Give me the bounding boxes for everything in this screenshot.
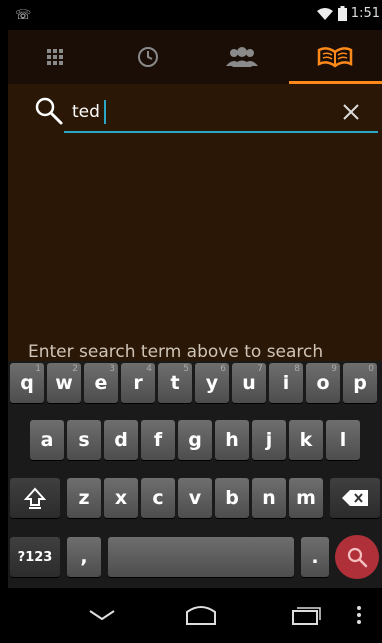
key-g[interactable]: g — [178, 420, 212, 460]
space-key[interactable] — [108, 537, 294, 577]
key-y[interactable]: y6 — [195, 363, 229, 403]
key-w[interactable]: w2 — [47, 363, 81, 403]
key-x[interactable]: x — [104, 478, 138, 518]
home-icon — [186, 606, 216, 625]
search-go-button[interactable] — [335, 535, 379, 579]
key-e[interactable]: e3 — [84, 363, 118, 403]
overflow-menu-icon — [357, 606, 361, 624]
symbols-key[interactable]: ?123 — [10, 537, 60, 577]
navigation-bar — [8, 588, 382, 643]
search-icon — [347, 547, 368, 568]
chevron-down-icon — [89, 610, 115, 621]
directory-search-pane: Enter search term above to search — [8, 84, 382, 362]
tab-recent[interactable] — [102, 30, 196, 84]
tab-bar — [8, 30, 382, 84]
key-o[interactable]: o9 — [306, 363, 340, 403]
key-b[interactable]: b — [215, 478, 249, 518]
period-key[interactable]: . — [301, 537, 329, 577]
clock-icon — [138, 47, 159, 67]
phone-screen: ☏ 1:51 ted Enter search term above to se… — [8, 0, 382, 643]
shift-key[interactable] — [10, 478, 60, 518]
key-t[interactable]: t5 — [158, 363, 192, 403]
tab-contacts[interactable] — [195, 30, 289, 84]
search-row — [8, 84, 382, 142]
battery-icon — [337, 6, 347, 21]
key-z[interactable]: z — [67, 478, 101, 518]
dialpad-icon — [46, 49, 63, 65]
key-d[interactable]: d — [104, 420, 138, 460]
key-n[interactable]: n — [252, 478, 286, 518]
text-cursor — [104, 100, 106, 124]
key-c[interactable]: c — [141, 478, 175, 518]
search-input[interactable] — [72, 98, 332, 126]
clear-search-icon[interactable] — [343, 104, 359, 120]
soft-keyboard: q1 w2 e3 r4 t5 y6 u7 i8 o9 p0 a s d f g … — [8, 361, 382, 588]
search-hint-text: Enter search term above to search — [28, 342, 324, 362]
key-l[interactable]: l — [326, 420, 360, 460]
key-u[interactable]: u7 — [232, 363, 266, 403]
menu-button[interactable] — [342, 600, 376, 630]
key-k[interactable]: k — [289, 420, 323, 460]
key-m[interactable]: m — [289, 478, 323, 518]
status-bar: ☏ 1:51 — [8, 0, 382, 30]
contacts-icon — [225, 47, 258, 67]
key-p[interactable]: p0 — [343, 363, 377, 403]
home-button[interactable] — [171, 600, 231, 630]
recent-apps-icon — [292, 607, 321, 625]
key-v[interactable]: v — [178, 478, 212, 518]
status-time: 1:51 — [350, 6, 380, 21]
key-j[interactable]: j — [252, 420, 286, 460]
search-icon — [35, 97, 63, 125]
tab-dialpad[interactable] — [8, 30, 102, 84]
backspace-icon — [342, 490, 368, 506]
shift-icon — [24, 487, 46, 509]
key-i[interactable]: i8 — [269, 363, 303, 403]
book-icon — [318, 47, 353, 68]
key-f[interactable]: f — [141, 420, 175, 460]
search-underline — [64, 131, 378, 133]
key-a[interactable]: a — [30, 420, 64, 460]
key-q[interactable]: q1 — [10, 363, 44, 403]
tab-directory[interactable] — [288, 30, 382, 84]
key-s[interactable]: s — [67, 420, 101, 460]
key-h[interactable]: h — [215, 420, 249, 460]
backspace-key[interactable] — [330, 478, 380, 518]
wifi-icon — [316, 7, 333, 20]
status-icons: 1:51 — [316, 6, 380, 21]
comma-key[interactable]: , — [67, 537, 101, 577]
recent-apps-button[interactable] — [276, 600, 336, 630]
phone-signal-icon: ☏ — [15, 8, 32, 23]
back-button[interactable] — [72, 600, 132, 630]
key-r[interactable]: r4 — [121, 363, 155, 403]
